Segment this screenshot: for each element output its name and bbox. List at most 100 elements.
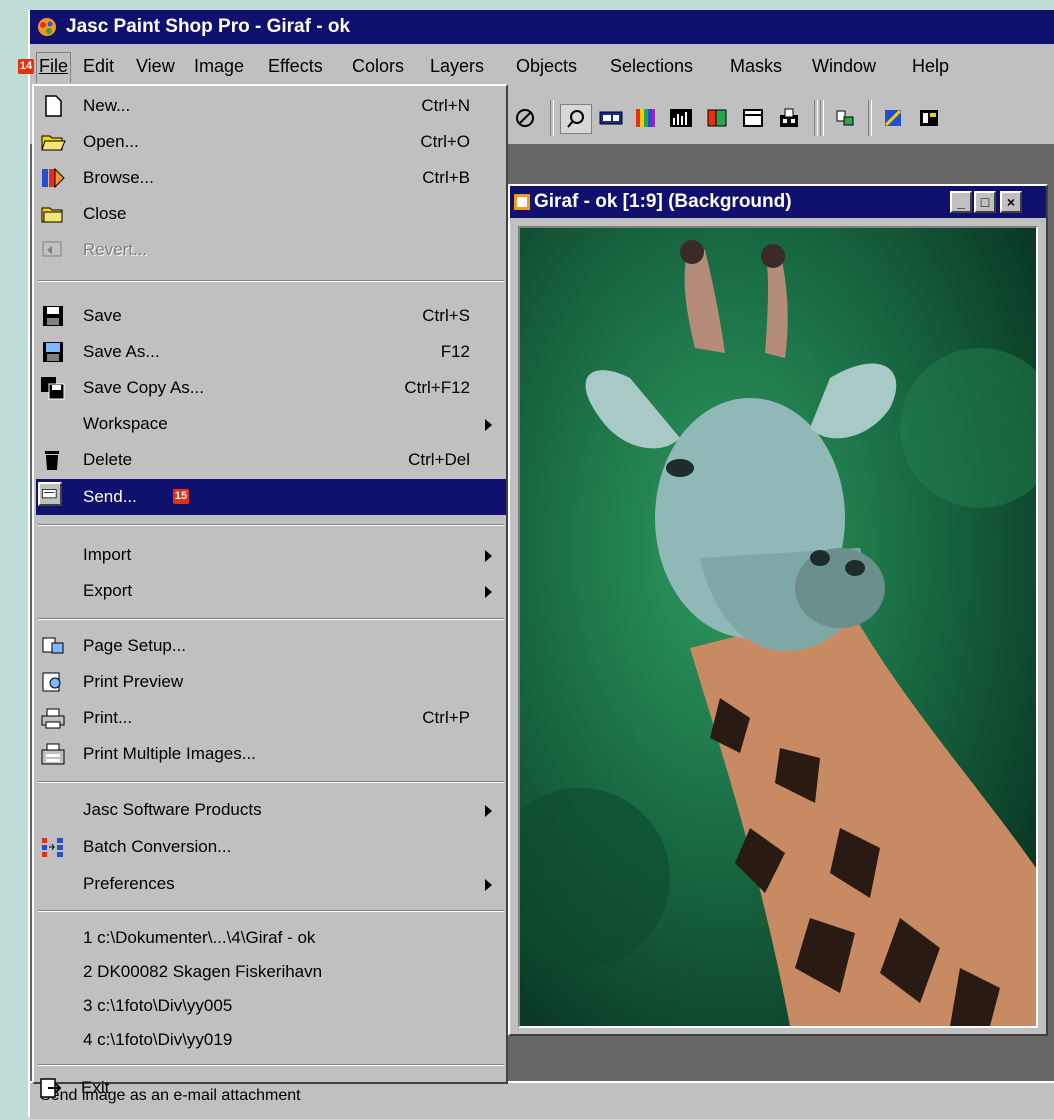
send-mail-icon	[38, 482, 62, 506]
stamp-icon[interactable]	[830, 104, 860, 132]
menu-item-import[interactable]: Import	[36, 537, 506, 573]
menu-item-label: Send...	[83, 487, 137, 506]
menu-item-label: Print...	[83, 708, 133, 727]
menu-item-recent-2[interactable]: 2 DK00082 Skagen Fiskerihavn	[36, 954, 506, 990]
layer-palette-icon[interactable]	[914, 104, 944, 132]
trash-icon	[45, 451, 59, 470]
menu-item-print[interactable]: Print... Ctrl+P	[36, 700, 506, 736]
navigation-icon[interactable]	[510, 104, 540, 132]
submenu-arrow-icon	[485, 805, 492, 817]
menu-item-save-as[interactable]: Save As... F12	[36, 334, 506, 370]
menu-separator	[38, 781, 504, 783]
menu-item-new[interactable]: New... Ctrl+N	[36, 88, 506, 124]
menu-masks[interactable]: Masks	[730, 56, 782, 77]
menu-item-label: Exit	[81, 1078, 110, 1097]
menu-item-shortcut: Ctrl+B	[422, 168, 470, 187]
close-folder-icon	[41, 207, 63, 223]
menu-separator	[38, 524, 504, 526]
submenu-arrow-icon	[485, 586, 492, 598]
menu-file[interactable]: File	[36, 52, 72, 83]
submenu-arrow-icon	[485, 550, 492, 562]
menu-item-label: Open...	[83, 132, 139, 151]
menu-item-save[interactable]: Save Ctrl+S	[36, 298, 506, 334]
menu-item-shortcut: F12	[440, 342, 470, 361]
image-canvas[interactable]	[518, 226, 1038, 1028]
open-folder-icon	[41, 135, 66, 151]
menu-item-print-multiple[interactable]: Print Multiple Images...	[36, 736, 506, 772]
toolbar-separator	[820, 100, 824, 136]
exit-door-icon	[40, 1078, 62, 1098]
menu-item-label: Print Preview	[83, 672, 184, 691]
color-palette-icon[interactable]	[630, 104, 660, 132]
menu-objects[interactable]: Objects	[516, 56, 577, 77]
menu-item-label: Print Multiple Images...	[83, 744, 256, 763]
menu-file-label: File	[39, 56, 69, 76]
menu-item-recent-4[interactable]: 4 c:\1foto\Div\yy019	[36, 1022, 506, 1058]
menu-item-preferences[interactable]: Preferences	[36, 866, 506, 902]
image-window[interactable]: Giraf - ok [1:9] (Background) _ □ ×	[508, 184, 1048, 1036]
window-icon[interactable]	[738, 104, 768, 132]
menu-item-exit[interactable]: Exit	[34, 1070, 504, 1106]
menu-item-print-preview[interactable]: Print Preview	[36, 664, 506, 700]
menu-item-save-copy-as[interactable]: Save Copy As... Ctrl+F12	[36, 370, 506, 406]
menu-item-label: Close	[83, 204, 127, 223]
revert-icon	[42, 241, 62, 257]
menu-item-label: Revert...	[83, 240, 148, 259]
menu-item-browse[interactable]: Browse... Ctrl+B	[36, 160, 506, 196]
menu-item-shortcut: Ctrl+Del	[408, 450, 470, 469]
menu-item-shortcut: Ctrl+S	[422, 306, 470, 325]
channels-icon[interactable]	[702, 104, 732, 132]
toolbar-separator	[868, 100, 872, 136]
menu-item-export[interactable]: Export	[36, 573, 506, 609]
menu-item-recent-1[interactable]: 1 c:\Dokumenter\...\4\Giraf - ok	[36, 920, 506, 956]
menu-item-workspace[interactable]: Workspace	[36, 406, 506, 442]
close-button[interactable]: ×	[1000, 191, 1022, 213]
menu-item-label: Import	[83, 545, 132, 564]
zoom-icon[interactable]	[560, 104, 592, 134]
menu-item-page-setup[interactable]: Page Setup...	[36, 628, 506, 664]
menubar: 14 File Edit View Image Effects Colors L…	[18, 44, 1054, 84]
menu-separator	[38, 280, 504, 282]
menu-view[interactable]: View	[136, 56, 175, 77]
magic-wand-icon[interactable]	[878, 104, 908, 132]
menu-separator	[38, 910, 504, 912]
menu-layers[interactable]: Layers	[430, 56, 484, 77]
menu-item-shortcut: Ctrl+O	[420, 132, 470, 151]
callout-badge-15: 15	[173, 489, 189, 504]
menu-edit[interactable]: Edit	[83, 56, 114, 77]
menu-effects[interactable]: Effects	[268, 56, 323, 77]
menu-item-label: Page Setup...	[83, 636, 187, 655]
layers-icon[interactable]	[774, 104, 804, 132]
overview-icon[interactable]	[596, 104, 626, 132]
menu-item-recent-3[interactable]: 3 c:\1foto\Div\yy005	[36, 988, 506, 1024]
menu-image[interactable]: Image	[194, 56, 244, 77]
menu-separator	[38, 1064, 504, 1066]
menu-item-shortcut: Ctrl+N	[421, 96, 470, 115]
histogram-icon[interactable]	[666, 104, 696, 132]
menu-item-label: Delete	[83, 450, 133, 469]
menu-item-label: New...	[83, 96, 131, 115]
menu-item-delete[interactable]: Delete Ctrl+Del	[36, 442, 506, 478]
menu-colors[interactable]: Colors	[352, 56, 404, 77]
menu-item-send[interactable]: Send... 15	[36, 479, 506, 515]
menu-item-batch-conversion[interactable]: Batch Conversion...	[36, 829, 506, 865]
menu-window[interactable]: Window	[812, 56, 876, 77]
menu-item-label: Jasc Software Products	[83, 800, 262, 819]
minimize-button[interactable]: _	[950, 191, 972, 213]
menu-item-open[interactable]: Open... Ctrl+O	[36, 124, 506, 160]
menu-item-label: Preferences	[83, 874, 175, 893]
maximize-button[interactable]: □	[974, 191, 996, 213]
giraffe-photo	[520, 228, 1036, 1026]
file-menu-dropdown: New... Ctrl+N Open... Ctrl+O Browse... C…	[32, 84, 508, 1084]
menu-help[interactable]: Help	[912, 56, 949, 77]
batch-conversion-icon	[42, 838, 63, 857]
menu-item-shortcut: Ctrl+P	[422, 708, 470, 727]
menu-selections[interactable]: Selections	[610, 56, 693, 77]
menu-item-jasc-software-products[interactable]: Jasc Software Products	[36, 792, 506, 828]
submenu-arrow-icon	[485, 419, 492, 431]
menu-item-close[interactable]: Close	[36, 196, 506, 232]
image-window-titlebar[interactable]: Giraf - ok [1:9] (Background) _ □ ×	[510, 186, 1046, 218]
recent-file-label: 2 DK00082 Skagen Fiskerihavn	[83, 962, 323, 981]
menu-separator	[38, 618, 504, 620]
app-title: Jasc Paint Shop Pro - Giraf - ok	[66, 16, 351, 37]
